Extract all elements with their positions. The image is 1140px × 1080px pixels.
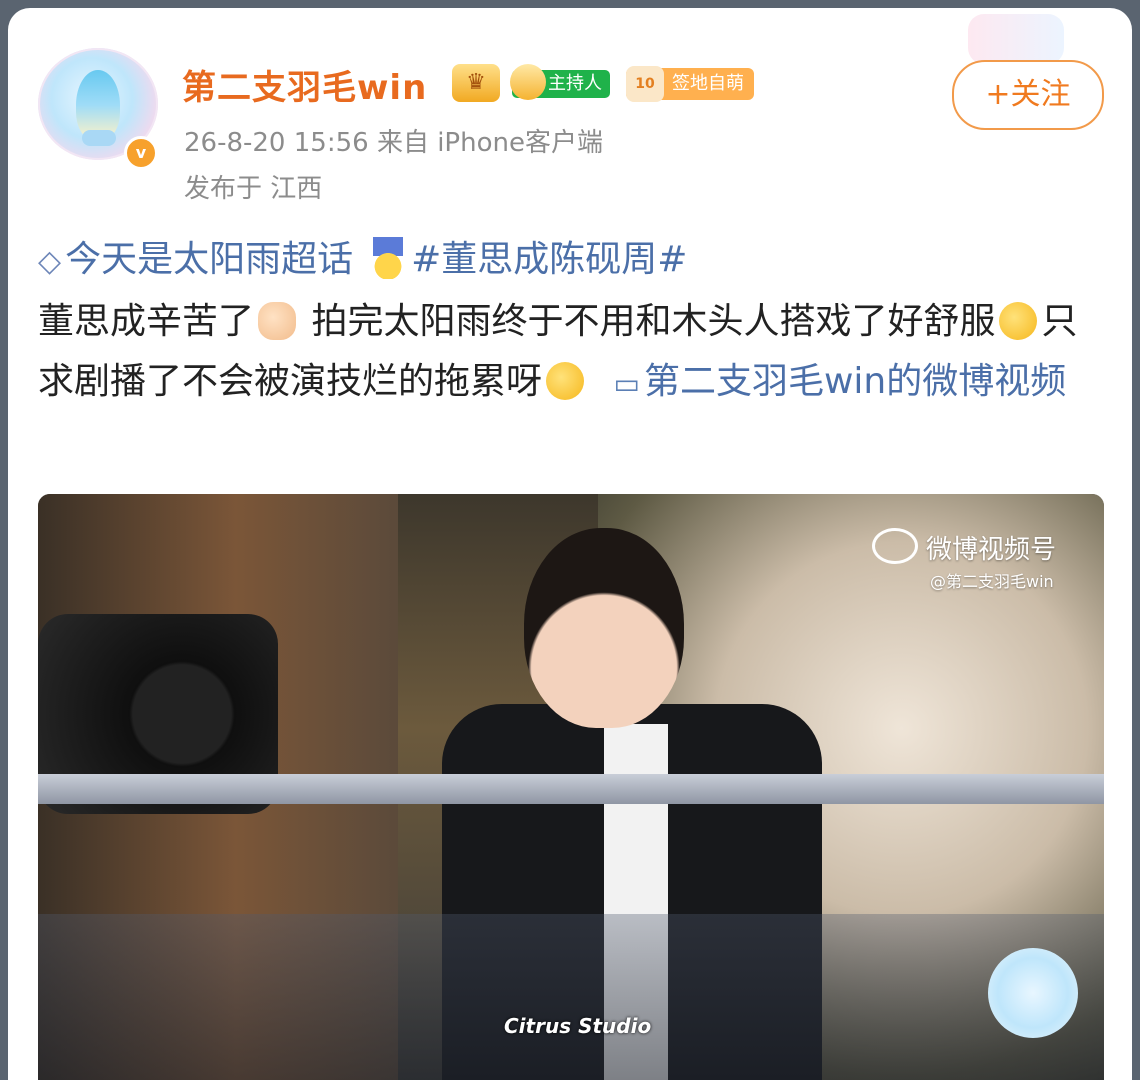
host-badge-icon <box>510 64 546 100</box>
hug-emoji <box>546 362 585 400</box>
supertopic-link[interactable]: ◇ 今天是太阳雨超话 <box>38 239 353 280</box>
sign-badge[interactable]: 10 签地自萌 <box>626 66 754 102</box>
post-location: 发布于 江西 <box>184 174 323 204</box>
follow-button[interactable]: +关注 <box>952 60 1104 130</box>
person-head <box>524 528 684 728</box>
weibo-logo-icon <box>872 528 918 564</box>
diamond-icon: ◇ <box>38 244 62 279</box>
host-badge-label: 主持人 <box>548 73 602 94</box>
video-thumbnail[interactable]: 微博视频号 @第二支羽毛win Citrus Studio <box>38 494 1104 1080</box>
avatar-bow <box>82 130 116 146</box>
crown-badge-icon[interactable]: ♛ <box>452 64 500 102</box>
watermark-avatar <box>988 948 1078 1038</box>
video-watermark-user: @第二支羽毛win <box>930 572 1054 591</box>
post-text-line1: 董思成辛苦了 <box>38 301 255 342</box>
post-meta: 26-8-20 15:56 来自 iPhone客户端 <box>184 122 603 159</box>
verified-icon: v <box>124 136 158 170</box>
hashtag-link[interactable]: #董思成陈砚周# <box>411 239 687 280</box>
medal-icon <box>373 237 404 279</box>
video-icon: ▭ <box>613 367 640 400</box>
finger-heart-emoji <box>258 302 297 340</box>
railing <box>38 774 1104 804</box>
video-link[interactable]: ▭ 第二支羽毛win的微博视频 <box>599 361 1066 402</box>
studio-watermark: Citrus Studio <box>504 1014 652 1038</box>
header-decoration <box>968 14 1064 64</box>
username[interactable]: 第二支羽毛win <box>182 60 427 109</box>
post-source: 来自 iPhone客户端 <box>376 128 603 158</box>
glass-panel <box>38 914 1104 1080</box>
post-text-line2: 拍完太阳雨终于不用和木头人搭戏了好舒服 <box>311 301 996 342</box>
sign-badge-label: 签地自萌 <box>672 73 744 94</box>
smile-emoji <box>999 302 1038 340</box>
post-timestamp: 26-8-20 15:56 <box>184 128 369 158</box>
video-watermark: 微博视频号 <box>872 528 1056 566</box>
post-content: ◇ 今天是太阳雨超话 #董思成陈砚周# 董思成辛苦了 拍完太阳雨终于不用和木头人搭戏… <box>38 230 1108 414</box>
host-badge[interactable]: 主持人 <box>510 64 610 100</box>
weibo-post-card: v 第二支羽毛win ♛ 主持人 10 签地自萌 26-8-20 15:56 来… <box>8 8 1132 1080</box>
sign-badge-icon: 10 <box>626 66 664 102</box>
